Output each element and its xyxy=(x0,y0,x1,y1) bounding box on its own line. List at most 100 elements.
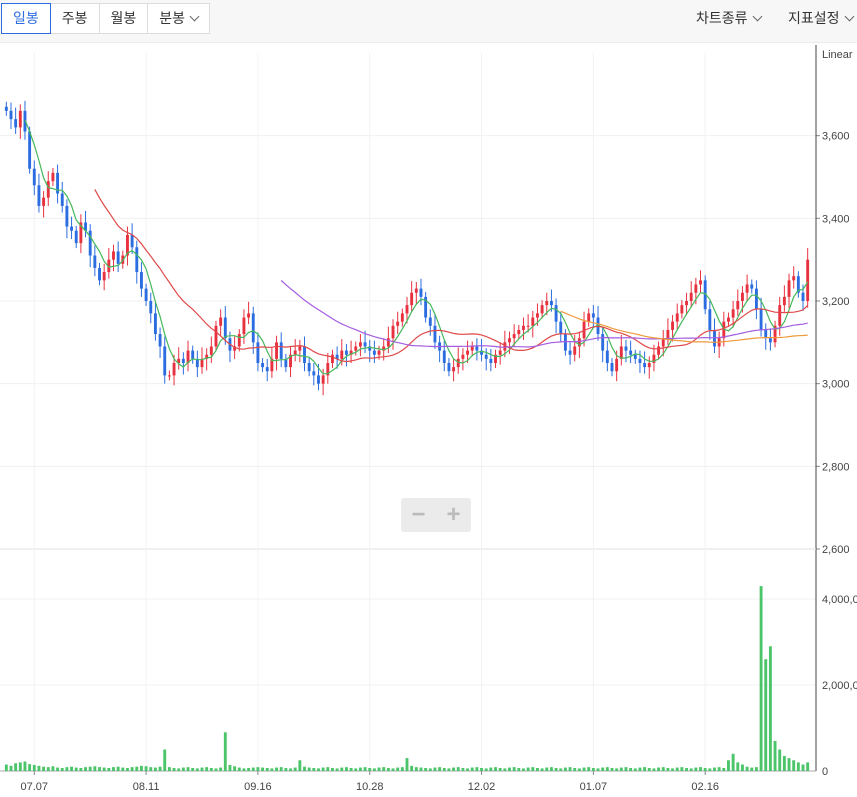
candle-body xyxy=(116,251,120,264)
volume-bar xyxy=(517,767,521,771)
volume-bar xyxy=(219,767,223,771)
volume-bar xyxy=(279,767,283,771)
volume-bar xyxy=(722,767,726,771)
volume-bar xyxy=(284,767,288,771)
candle-body xyxy=(708,309,712,330)
volume-bar xyxy=(652,768,656,771)
volume-bar xyxy=(694,767,698,771)
volume-bar xyxy=(522,768,525,771)
candle-body xyxy=(806,259,810,301)
volume-bar xyxy=(680,767,684,771)
candle-body xyxy=(657,346,661,355)
volume-bar xyxy=(167,767,171,771)
candle-body xyxy=(167,375,171,377)
x-tick-label: 07.07 xyxy=(21,781,49,793)
candle-body xyxy=(782,296,786,306)
candle-body xyxy=(470,346,474,351)
volume-bar xyxy=(475,767,479,771)
volume-bar xyxy=(596,768,600,771)
volume-bar xyxy=(549,767,553,771)
candle-body xyxy=(344,350,348,355)
candle-body xyxy=(452,367,456,372)
volume-bar xyxy=(307,767,311,771)
candle-body xyxy=(601,334,605,351)
candle-body xyxy=(615,358,619,372)
volume-bar xyxy=(610,767,614,771)
volume-bar xyxy=(60,767,64,771)
candle-body xyxy=(414,288,418,293)
volume-bar xyxy=(671,768,675,771)
candle-body xyxy=(98,267,101,281)
volume-bar xyxy=(326,767,330,771)
volume-bar xyxy=(675,767,679,771)
candle-body xyxy=(466,350,470,355)
volume-bar xyxy=(480,767,483,771)
volume-bar xyxy=(428,768,432,771)
x-tick-label: 08.11 xyxy=(133,781,160,793)
candle-body xyxy=(74,230,78,244)
volume-bar xyxy=(153,767,157,771)
volume-bar xyxy=(354,768,358,771)
candle-body xyxy=(671,321,675,330)
volume-bar xyxy=(638,767,642,771)
volume-bar xyxy=(37,765,41,771)
zoom-controls: − + xyxy=(401,498,471,532)
candle-body xyxy=(666,329,670,339)
volume-tick-label: 4,000,000 xyxy=(822,594,857,606)
candle-body xyxy=(149,301,153,314)
x-tick-label: 12.02 xyxy=(468,781,496,793)
volume-bar xyxy=(177,768,181,771)
volume-bar xyxy=(801,764,805,771)
candle-body xyxy=(251,313,255,343)
candle-body xyxy=(405,305,409,314)
volume-bar xyxy=(51,766,55,771)
volume-bar xyxy=(657,767,661,771)
volume-bar xyxy=(689,768,693,771)
zoom-out-button[interactable]: − xyxy=(401,498,436,532)
candle-body xyxy=(331,354,334,363)
candle-body xyxy=(112,251,115,260)
candle-body xyxy=(419,288,423,297)
volume-bar xyxy=(191,767,195,771)
volume-bar xyxy=(741,764,744,771)
candle-body xyxy=(489,358,493,363)
volume-bar xyxy=(768,646,772,771)
volume-bar xyxy=(661,767,665,771)
volume-bar xyxy=(74,767,78,771)
volume-bar xyxy=(759,586,763,771)
volume-bar xyxy=(317,768,320,771)
zoom-in-button[interactable]: + xyxy=(436,498,471,532)
stock-chart[interactable]: 2,600 2,800 3,000 3,200 3,400 3,600 0 2,000,000… xyxy=(0,0,857,797)
candle-body xyxy=(694,284,698,293)
candle-body xyxy=(163,346,167,376)
candle-body xyxy=(223,317,227,339)
volume-bar xyxy=(335,768,339,771)
volume-bar xyxy=(494,767,497,771)
volume-bar xyxy=(787,758,791,771)
volume-bar xyxy=(727,760,730,771)
volume-bar xyxy=(554,767,558,771)
volume-bar xyxy=(456,767,460,771)
y-tick-label: 3,600 xyxy=(822,131,850,143)
volume-bar xyxy=(619,767,623,771)
candle-body xyxy=(512,334,516,339)
volume-bar xyxy=(643,767,647,771)
candle-body xyxy=(28,131,32,169)
volume-bar xyxy=(312,767,316,771)
volume-bar xyxy=(205,767,209,771)
candle-body xyxy=(181,358,185,363)
volume-bar xyxy=(545,767,549,771)
candle-body xyxy=(18,110,22,128)
volume-bar xyxy=(508,767,511,771)
candle-body xyxy=(545,301,549,306)
volume-bar xyxy=(46,767,50,771)
candle-body xyxy=(279,342,283,359)
candle-body xyxy=(559,321,563,335)
candle-body xyxy=(135,247,139,273)
candle-body xyxy=(522,325,525,330)
candle-body xyxy=(307,363,311,372)
volume-bar xyxy=(442,767,446,771)
volume-bar xyxy=(247,767,251,771)
volume-bar xyxy=(126,767,129,771)
candle-body xyxy=(549,301,553,306)
